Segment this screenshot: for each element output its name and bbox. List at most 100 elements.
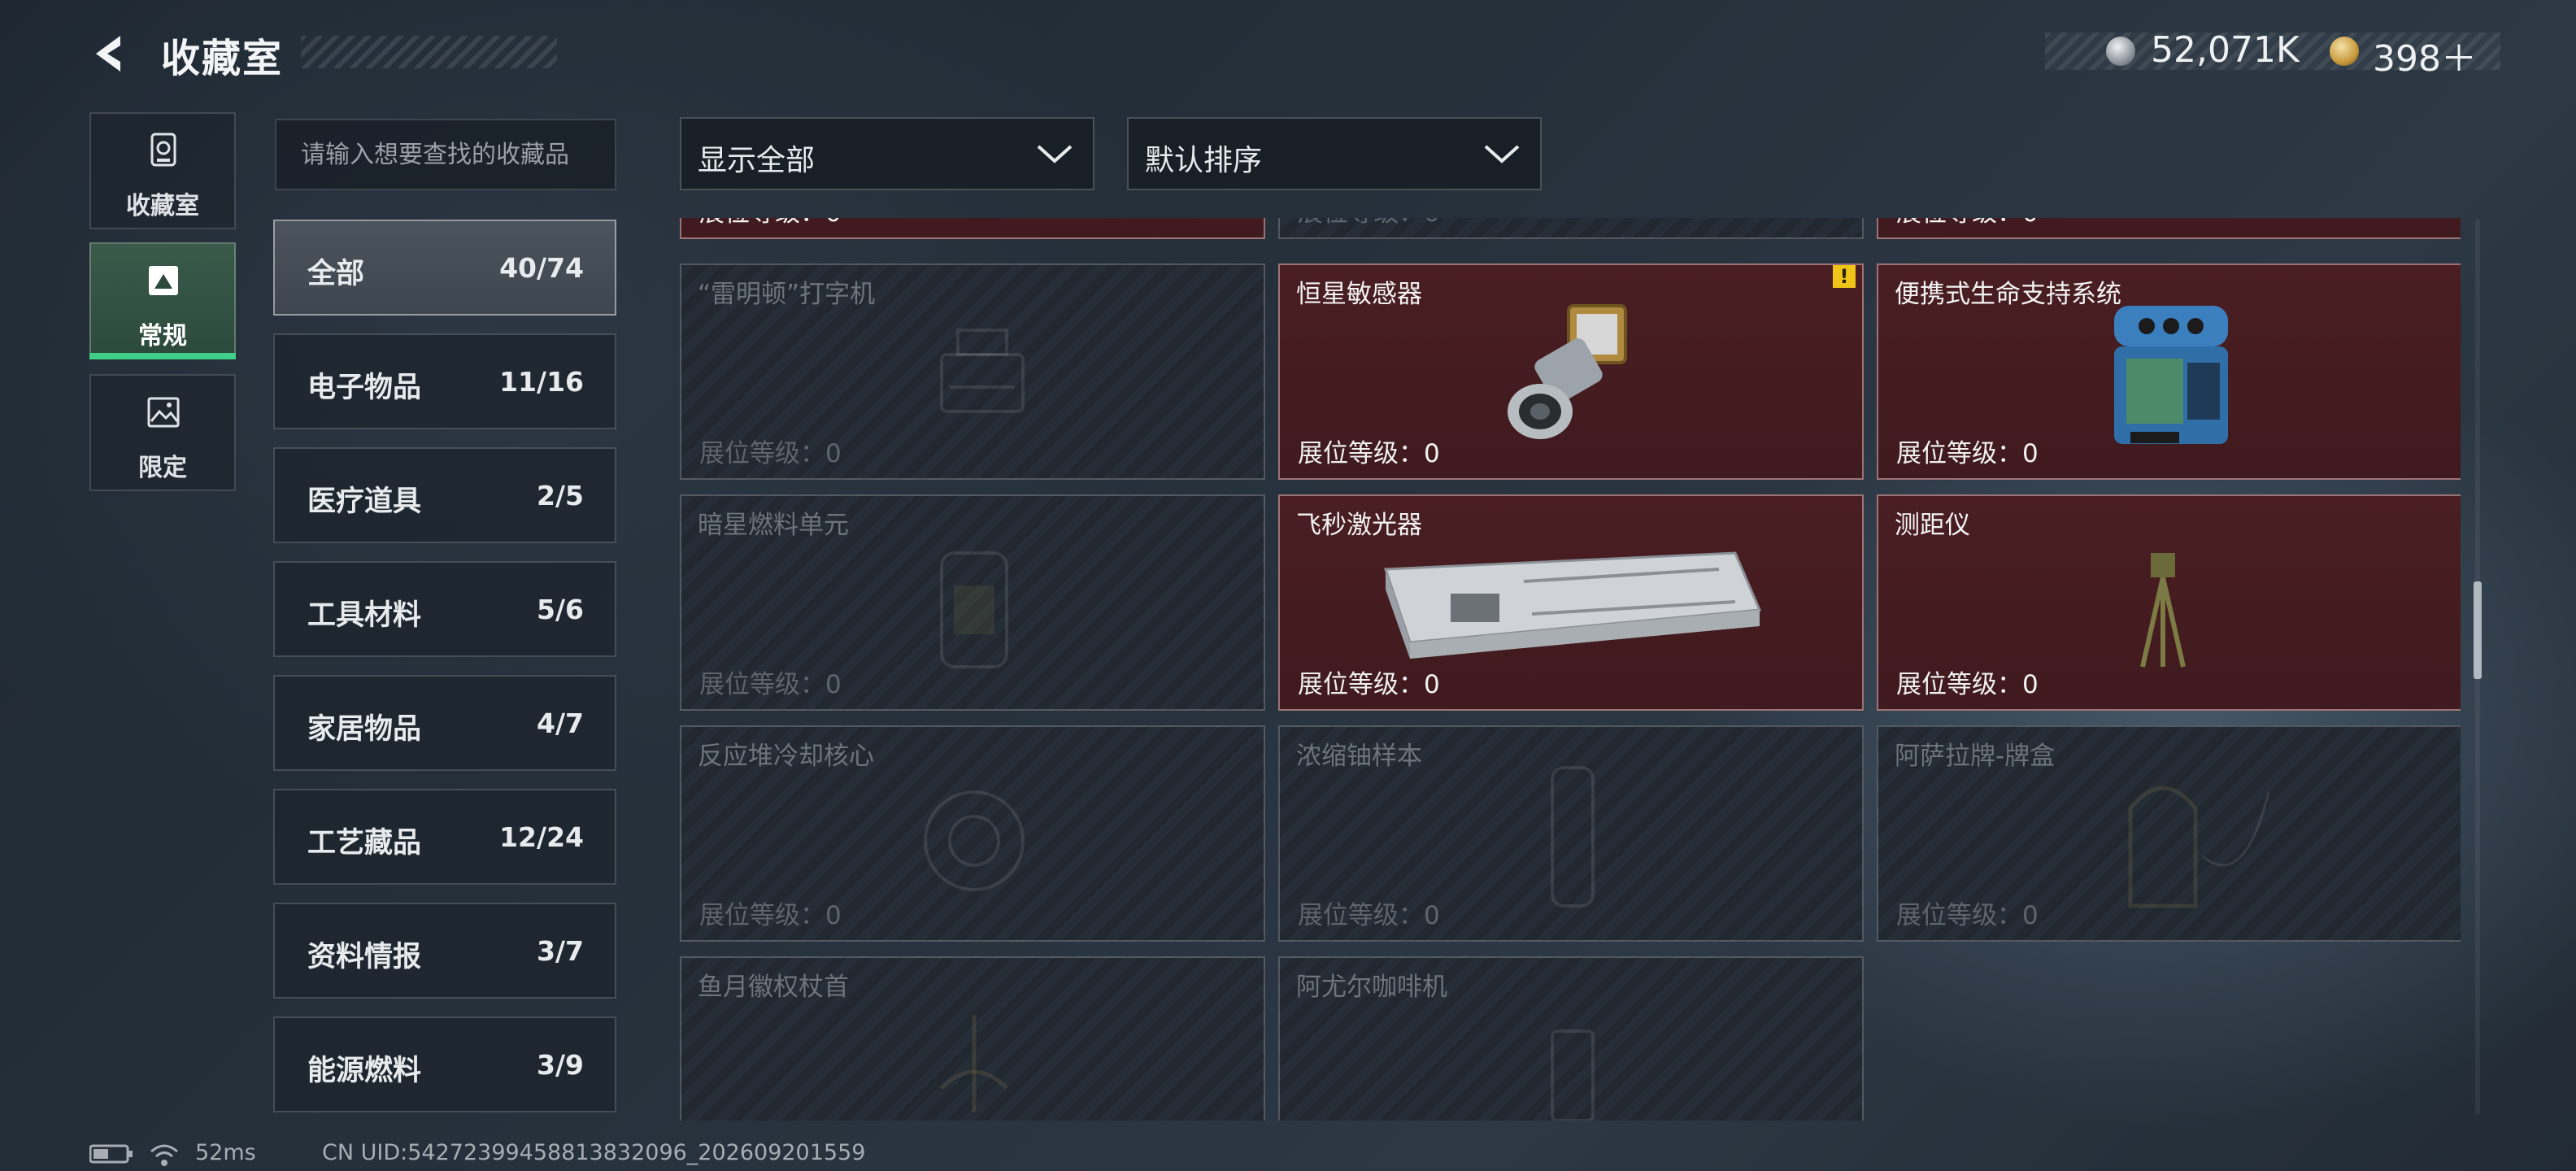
reactor-core-silhouette-icon	[924, 790, 1025, 891]
category-name: 工具材料	[307, 599, 422, 632]
collection-card[interactable]: 反应堆冷却核心 展位等级：0	[680, 725, 1265, 942]
chevron-down-icon	[1484, 145, 1520, 163]
back-arrow-icon[interactable]	[88, 31, 133, 76]
display-level: 展位等级：0	[1896, 670, 2039, 699]
category-name: 资料情报	[307, 941, 422, 973]
life-support-image	[2114, 306, 2228, 444]
category-name: 医疗道具	[307, 485, 422, 518]
active-tab-indicator	[89, 353, 236, 359]
category-name: 电子物品	[307, 372, 422, 404]
category-count: 40/74	[499, 252, 584, 284]
chevron-down-icon	[1037, 145, 1073, 163]
category-tools[interactable]: 工具材料 5/6	[273, 561, 616, 657]
collection-card[interactable]: 恒星敏感器 ! 展位等级：0	[1278, 263, 1864, 480]
category-electronics[interactable]: 电子物品 11/16	[273, 333, 616, 429]
silver-currency-value: 52,071K	[2151, 29, 2300, 71]
item-name: 恒星敏感器	[1296, 280, 1422, 309]
display-level: 展位等级：0	[699, 218, 842, 229]
fuel-cell-silhouette-icon	[940, 551, 1008, 668]
collection-card[interactable]: 鱼月徽权杖首	[680, 956, 1265, 1121]
collection-card-partial[interactable]: 展位等级：0	[1877, 218, 2461, 239]
collection-card[interactable]: 阿萨拉牌-牌盒 展位等级：0	[1877, 725, 2461, 942]
category-intel[interactable]: 资料情报 3/7	[273, 903, 616, 999]
collection-grid: 展位等级：0 展位等级：0 展位等级：0 “雷明顿”打字机 展位等级：0 恒星敏…	[680, 218, 2461, 1121]
tab-regular[interactable]: 常规	[89, 242, 236, 359]
category-all[interactable]: 全部 40/74	[273, 220, 616, 316]
sort-label: 默认排序	[1145, 144, 1263, 177]
tab-label: 常规	[138, 322, 187, 350]
star-sensor-image	[1508, 304, 1627, 439]
uranium-sample-silhouette-icon	[1551, 766, 1595, 908]
silver-coin-icon	[2106, 37, 2135, 66]
tab-label: 限定	[138, 454, 187, 482]
photo-icon	[149, 266, 178, 295]
collection-card[interactable]: 浓缩铀样本 展位等级：0	[1278, 725, 1864, 942]
category-count: 3/9	[537, 1049, 584, 1081]
uid-text: CN UID:54272399458813832096_202609201559	[322, 1140, 866, 1165]
card-box-silhouette-icon	[2128, 786, 2270, 908]
latency-text: 52ms	[195, 1140, 256, 1165]
category-medical[interactable]: 医疗道具 2/5	[273, 447, 616, 543]
typewriter-silhouette-icon	[940, 329, 1025, 413]
collection-card[interactable]: 测距仪 展位等级：0	[1877, 494, 2461, 711]
display-level: 展位等级：0	[699, 439, 842, 468]
tab-limited[interactable]: 限定	[89, 374, 236, 491]
page-title: 收藏室	[161, 36, 284, 81]
search-input[interactable]	[275, 119, 616, 190]
item-name: 鱼月徽权杖首	[698, 973, 849, 1002]
gold-currency-value[interactable]: 398＋	[2373, 29, 2477, 81]
collection-card-partial[interactable]: 展位等级：0	[1278, 218, 1864, 239]
rangefinder-image	[2140, 553, 2186, 668]
display-level: 展位等级：0	[699, 670, 842, 699]
category-name: 工艺藏品	[307, 827, 422, 860]
item-name: 阿萨拉牌-牌盒	[1895, 742, 2056, 771]
femtosecond-laser-image	[1383, 551, 1762, 659]
display-level: 展位等级：0	[1896, 439, 2039, 468]
scepter-head-silhouette-icon	[940, 1015, 1008, 1112]
filter-label: 显示全部	[698, 144, 816, 177]
collection-card[interactable]: 便携式生命支持系统 展位等级：0	[1877, 263, 2461, 480]
display-level: 展位等级：0	[1896, 218, 2039, 229]
item-name: 便携式生命支持系统	[1895, 280, 2121, 309]
sort-dropdown[interactable]: 默认排序	[1127, 117, 1542, 190]
item-name: “雷明顿”打字机	[698, 280, 876, 309]
category-name: 全部	[307, 258, 365, 290]
display-level: 展位等级：0	[1298, 218, 1440, 229]
tab-collection-room[interactable]: 收藏室	[89, 112, 236, 229]
category-household[interactable]: 家居物品 4/7	[273, 675, 616, 771]
collection-card[interactable]: 飞秒激光器 展位等级：0	[1278, 494, 1864, 711]
vault-icon	[150, 133, 176, 167]
display-level: 展位等级：0	[699, 901, 842, 930]
category-fuel[interactable]: 能源燃料 3/9	[273, 1016, 616, 1112]
collection-card-partial[interactable]: 展位等级：0	[680, 218, 1265, 239]
category-count: 11/16	[499, 366, 584, 398]
category-name: 家居物品	[307, 713, 422, 746]
item-name: 飞秒激光器	[1296, 511, 1422, 540]
coffee-machine-silhouette-icon	[1551, 1030, 1595, 1121]
category-count: 4/7	[537, 707, 584, 739]
display-level: 展位等级：0	[1298, 670, 1440, 699]
collection-card[interactable]: 暗星燃料单元 展位等级：0	[680, 494, 1265, 711]
category-name: 能源燃料	[307, 1055, 422, 1087]
collection-card[interactable]: 阿尤尔咖啡机	[1278, 956, 1864, 1121]
item-name: 反应堆冷却核心	[698, 742, 874, 771]
item-name: 暗星燃料单元	[698, 511, 849, 540]
display-level: 展位等级：0	[1298, 439, 1440, 468]
display-level: 展位等级：0	[1298, 901, 1440, 930]
gold-coin-icon	[2330, 37, 2359, 66]
collection-card[interactable]: “雷明顿”打字机 展位等级：0	[680, 263, 1265, 480]
alert-badge-icon: !	[1833, 265, 1856, 288]
category-count: 5/6	[537, 594, 584, 625]
item-name: 阿尤尔咖啡机	[1296, 973, 1447, 1002]
title-decoration	[301, 36, 557, 68]
scrollbar-thumb[interactable]	[2474, 581, 2482, 679]
tab-label: 收藏室	[126, 192, 199, 220]
battery-icon	[89, 1144, 133, 1164]
filter-dropdown[interactable]: 显示全部	[680, 117, 1094, 190]
display-level: 展位等级：0	[1896, 901, 2039, 930]
item-name: 浓缩铀样本	[1296, 742, 1422, 771]
category-count: 12/24	[499, 821, 584, 853]
wifi-icon	[150, 1144, 178, 1166]
item-name: 测距仪	[1895, 511, 1970, 540]
category-crafts[interactable]: 工艺藏品 12/24	[273, 789, 616, 885]
